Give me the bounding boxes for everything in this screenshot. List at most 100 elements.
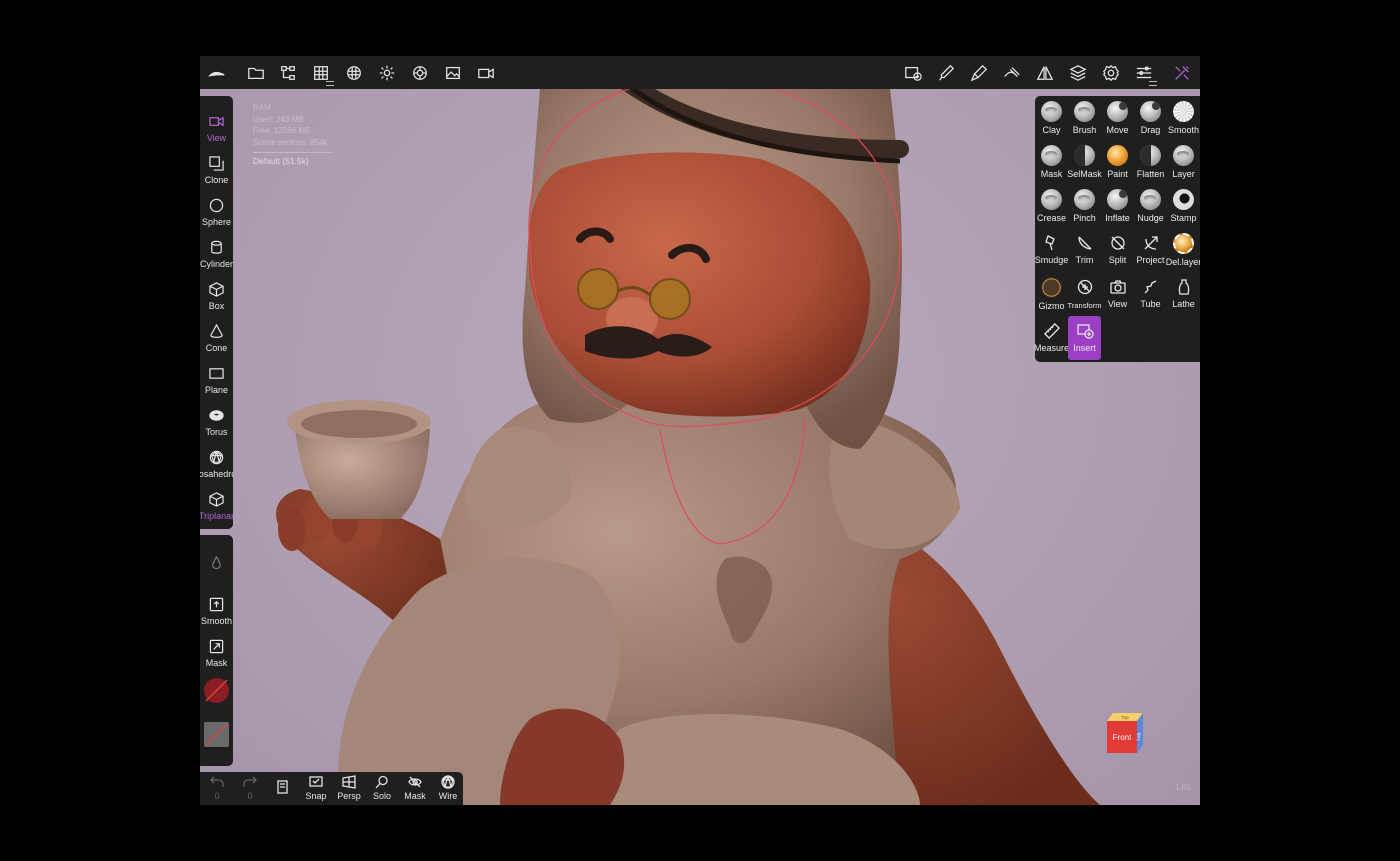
brush-icon [1074, 101, 1095, 122]
sidebar-item-box[interactable]: Box [200, 278, 233, 318]
tool-brush[interactable]: Brush [1068, 96, 1101, 140]
folder-icon[interactable] [243, 60, 269, 86]
sidebar-item-view[interactable]: View [200, 110, 233, 150]
background-icon[interactable] [440, 60, 466, 86]
tool-del-layer[interactable]: Del.layer [1166, 228, 1200, 272]
ruler-icon [1043, 323, 1060, 339]
tool-smooth[interactable]: Smooth [1167, 96, 1200, 140]
cylinder-icon [211, 240, 222, 254]
history-button[interactable] [268, 780, 298, 805]
sidebar-item-triplanar[interactable]: Triplanar [200, 488, 233, 528]
tool-flatten[interactable]: Flatten [1134, 140, 1167, 184]
drop-tool[interactable] [200, 551, 233, 591]
sidebar-item-cylinder[interactable]: Cylinder [200, 236, 233, 276]
tool-drag[interactable]: Drag [1134, 96, 1167, 140]
sidebar-item-label: Triplanar [200, 511, 233, 521]
tool-mask[interactable]: Mask [1035, 140, 1068, 184]
camera-icon[interactable] [473, 60, 499, 86]
symmetry-icon[interactable] [1032, 60, 1058, 86]
perspective-icon [342, 775, 356, 789]
trim-icon [1077, 236, 1091, 250]
ram-free: Free: 12266 MB [253, 126, 311, 135]
layers-icon[interactable] [1065, 60, 1091, 86]
sidebar-item-icosahedron[interactable]: Icosahedron [200, 446, 233, 486]
plane-icon [209, 368, 224, 379]
tool-tube[interactable]: Tube [1134, 272, 1167, 316]
sidebar-item-plane[interactable]: Plane [200, 362, 233, 402]
mask-visibility-button[interactable]: Mask [400, 775, 430, 803]
icosahedron-icon [209, 450, 224, 465]
sidebar-item-mask[interactable]: Mask [200, 635, 233, 675]
tool-selmask[interactable]: SelMask [1067, 140, 1102, 184]
tool-layer[interactable]: Layer [1167, 140, 1200, 184]
tool-stamp[interactable]: Stamp [1167, 184, 1200, 228]
smudge-icon [1044, 235, 1055, 251]
wire-button[interactable]: Wire [433, 775, 463, 803]
left-sidebar: View Clone Sphere Cylinder Box Cone Plan… [200, 96, 233, 529]
app-window: RAM Used: 243 MB Free: 12266 MB Scene ve… [200, 56, 1200, 805]
eye-off-icon [408, 776, 422, 788]
navcube-front-label[interactable]: Front [1113, 733, 1132, 742]
navcube-top-label[interactable]: Top [1121, 715, 1129, 720]
secondary-color-swatch[interactable] [204, 722, 229, 747]
tool-view[interactable]: View [1101, 272, 1134, 316]
sliders-icon[interactable] [1131, 60, 1157, 86]
tool-measure[interactable]: Measure [1034, 316, 1069, 360]
add-icon[interactable] [900, 60, 926, 86]
tool-pinch[interactable]: Pinch [1068, 184, 1101, 228]
sidebar-item-clone[interactable]: Clone [200, 152, 233, 192]
brush-icon[interactable] [966, 60, 992, 86]
primary-color-swatch[interactable] [204, 678, 229, 703]
tool-paint[interactable]: Paint [1101, 140, 1134, 184]
tool-clay[interactable]: Clay [1035, 96, 1068, 140]
tool-nudge[interactable]: Nudge [1134, 184, 1167, 228]
material-icon[interactable] [341, 60, 367, 86]
sidebar-item-sphere[interactable]: Sphere [200, 194, 233, 234]
snap-button[interactable]: Snap [301, 775, 331, 803]
lathe-icon [1178, 279, 1189, 295]
redo-button[interactable]: 0 [235, 775, 265, 803]
sidebar-item-smooth[interactable]: Smooth [200, 593, 233, 633]
tool-lathe[interactable]: Lathe [1167, 272, 1200, 316]
sidebar-item-label: Cone [205, 343, 228, 353]
sidebar-item-cone[interactable]: Cone [200, 320, 233, 360]
light-icon[interactable] [374, 60, 400, 86]
tool-trim[interactable]: Trim [1068, 228, 1101, 272]
tool-inflate[interactable]: Inflate [1101, 184, 1134, 228]
bottom-toolbar: 0 0 Snap Persp Solo Mask Wire [200, 772, 463, 805]
sidebar-item-torus[interactable]: Torus [200, 404, 233, 444]
history-icon [277, 780, 288, 794]
move-icon [1107, 101, 1128, 122]
scene-object-item[interactable]: Default (51.5k) [253, 156, 331, 168]
settings-icon[interactable] [1098, 60, 1124, 86]
paint-icon[interactable] [933, 60, 959, 86]
stroke-icon[interactable] [999, 60, 1025, 86]
grid-icon[interactable] [308, 60, 334, 86]
sidebar-item-label: Cylinder [200, 259, 233, 269]
scene-tree-icon[interactable] [275, 60, 301, 86]
tool-project[interactable]: Project [1134, 228, 1167, 272]
tool-smudge[interactable]: Smudge [1035, 228, 1068, 272]
tool-insert[interactable]: Insert [1068, 316, 1101, 360]
persp-button[interactable]: Persp [334, 775, 364, 803]
tool-crease[interactable]: Crease [1035, 184, 1068, 228]
tools-icon[interactable] [1169, 60, 1195, 86]
drag-icon [1140, 101, 1161, 122]
undo-button[interactable]: 0 [202, 775, 232, 803]
sidebar-item-label: Mask [205, 658, 228, 668]
transform-icon [1077, 279, 1092, 295]
logo-icon[interactable] [204, 60, 230, 86]
mask-icon [1041, 145, 1062, 166]
sidebar-item-label: View [206, 133, 227, 143]
triplanar-icon [209, 492, 224, 507]
tool-move[interactable]: Move [1101, 96, 1134, 140]
navigation-cube[interactable]: Front Top Left [1103, 709, 1149, 755]
shading-icon[interactable] [407, 60, 433, 86]
zoom-level: 1.65 [1175, 783, 1191, 792]
tube-icon [1144, 280, 1156, 294]
tool-gizmo[interactable]: Gizmo [1035, 272, 1068, 316]
tool-transform[interactable]: Transform [1068, 272, 1101, 316]
solo-button[interactable]: Solo [367, 775, 397, 803]
smooth-icon [1173, 101, 1194, 122]
tool-split[interactable]: Split [1101, 228, 1134, 272]
